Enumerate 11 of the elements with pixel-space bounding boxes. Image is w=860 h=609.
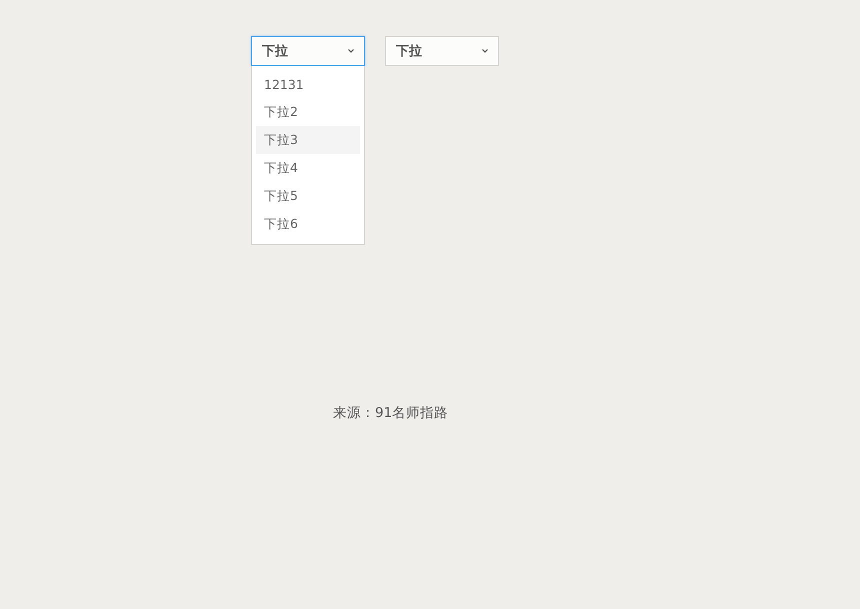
dropdown-select[interactable]: 下拉 xyxy=(251,36,365,66)
dropdown-option[interactable]: 下拉4 xyxy=(256,154,360,182)
dropdown-option[interactable]: 下拉5 xyxy=(256,182,360,210)
dropdown-select[interactable]: 下拉 xyxy=(385,36,499,66)
caret-icon xyxy=(348,49,354,53)
dropdown-option[interactable]: 下拉3 xyxy=(256,126,360,154)
dropdown-option[interactable]: 下拉6 xyxy=(256,210,360,238)
dropdown-option[interactable]: 下拉2 xyxy=(256,98,360,126)
dropdown-option[interactable]: 12131 xyxy=(256,70,360,98)
source-caption: 来源：91名师指路 xyxy=(333,404,448,422)
caret-icon xyxy=(482,49,488,53)
